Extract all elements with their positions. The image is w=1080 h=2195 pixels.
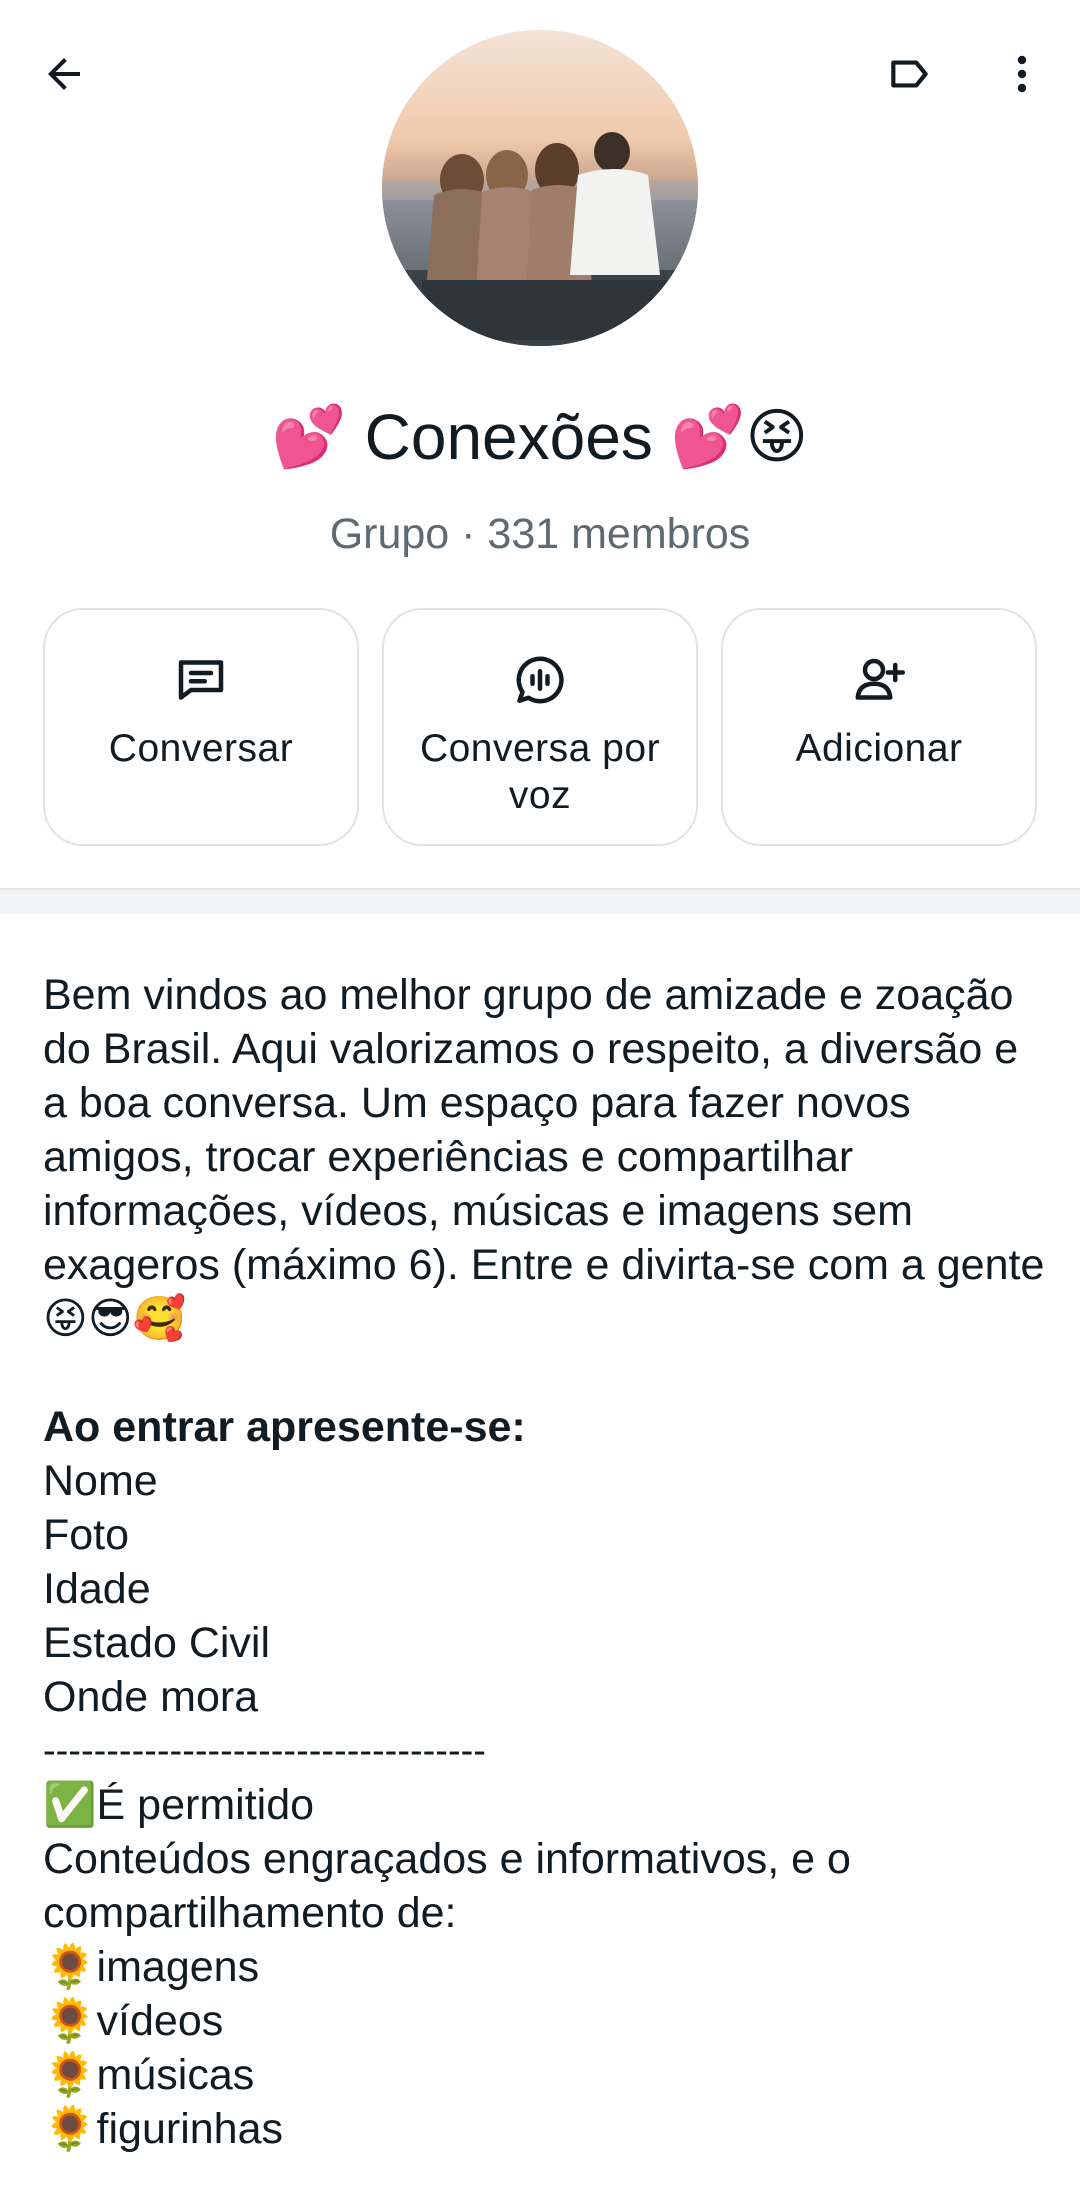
field-location: Onde mora xyxy=(43,1673,259,1721)
chat-icon xyxy=(178,660,224,700)
title-emoji-right: 💕😝 xyxy=(670,403,809,470)
chat-button-label: Conversar xyxy=(108,727,294,770)
voice-chat-button[interactable]: Conversa por voz xyxy=(382,608,698,846)
add-person-icon xyxy=(855,658,905,700)
field-name: Nome xyxy=(43,1457,158,1505)
more-vertical-icon xyxy=(1017,55,1027,93)
label-tag-icon xyxy=(891,60,928,88)
back-button[interactable] xyxy=(22,32,106,116)
allowed-item: 🌻figurinhas xyxy=(43,2105,283,2153)
add-member-button-label: Adicionar xyxy=(795,727,963,770)
allowed-text: Conteúdos engraçados e informativos, e o… xyxy=(43,1835,851,1937)
add-member-button[interactable]: Adicionar xyxy=(721,608,1037,846)
field-marital-status: Estado Civil xyxy=(43,1619,271,1667)
allowed-title: ✅É permitido xyxy=(43,1781,315,1829)
description-heading: Ao entrar apresente-se: xyxy=(43,1403,526,1451)
field-age: Idade xyxy=(43,1565,151,1613)
allowed-item: 🌻músicas xyxy=(43,2051,255,2099)
voice-chat-icon xyxy=(516,656,564,704)
allowed-item: 🌻imagens xyxy=(43,1943,260,1991)
group-avatar[interactable] xyxy=(382,30,698,346)
action-buttons: Conversar Conversa por voz Adicionar xyxy=(43,608,1037,846)
group-photo-image xyxy=(382,30,698,346)
allowed-item: 🌻vídeos xyxy=(43,1997,224,2045)
chat-button[interactable]: Conversar xyxy=(43,608,359,846)
description-intro: Bem vindos ao melhor grupo de amizade e … xyxy=(43,971,1045,1343)
label-button[interactable] xyxy=(868,32,952,116)
title-emoji-left: 💕 xyxy=(271,403,347,470)
group-description: Bem vindos ao melhor grupo de amizade e … xyxy=(43,968,1053,2156)
group-subtitle: Grupo · 331 membros xyxy=(329,510,751,558)
field-photo: Foto xyxy=(43,1511,130,1559)
voice-chat-button-label: Conversa por voz xyxy=(419,727,661,817)
section-divider xyxy=(0,888,1080,914)
more-options-button[interactable] xyxy=(980,32,1064,116)
description-divider: ----------------------------------- xyxy=(43,1730,486,1772)
arrow-left-icon xyxy=(48,58,80,90)
group-info-screen: 💕 Conexões 💕😝 Grupo · 331 membros Conver… xyxy=(0,0,1080,2195)
group-title: 💕 Conexões 💕😝 xyxy=(0,405,1080,469)
group-name: Conexões xyxy=(364,401,653,473)
